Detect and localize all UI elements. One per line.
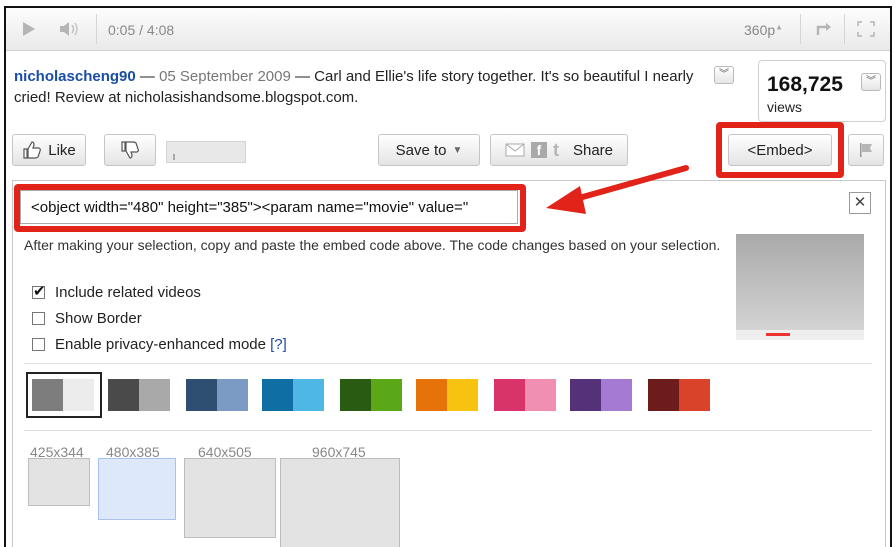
- youtube-watch-page: 0:05 / 4:08 360p▲ nicholascheng90 — 05 S…: [4, 6, 892, 547]
- annotation-arrow: [546, 165, 689, 214]
